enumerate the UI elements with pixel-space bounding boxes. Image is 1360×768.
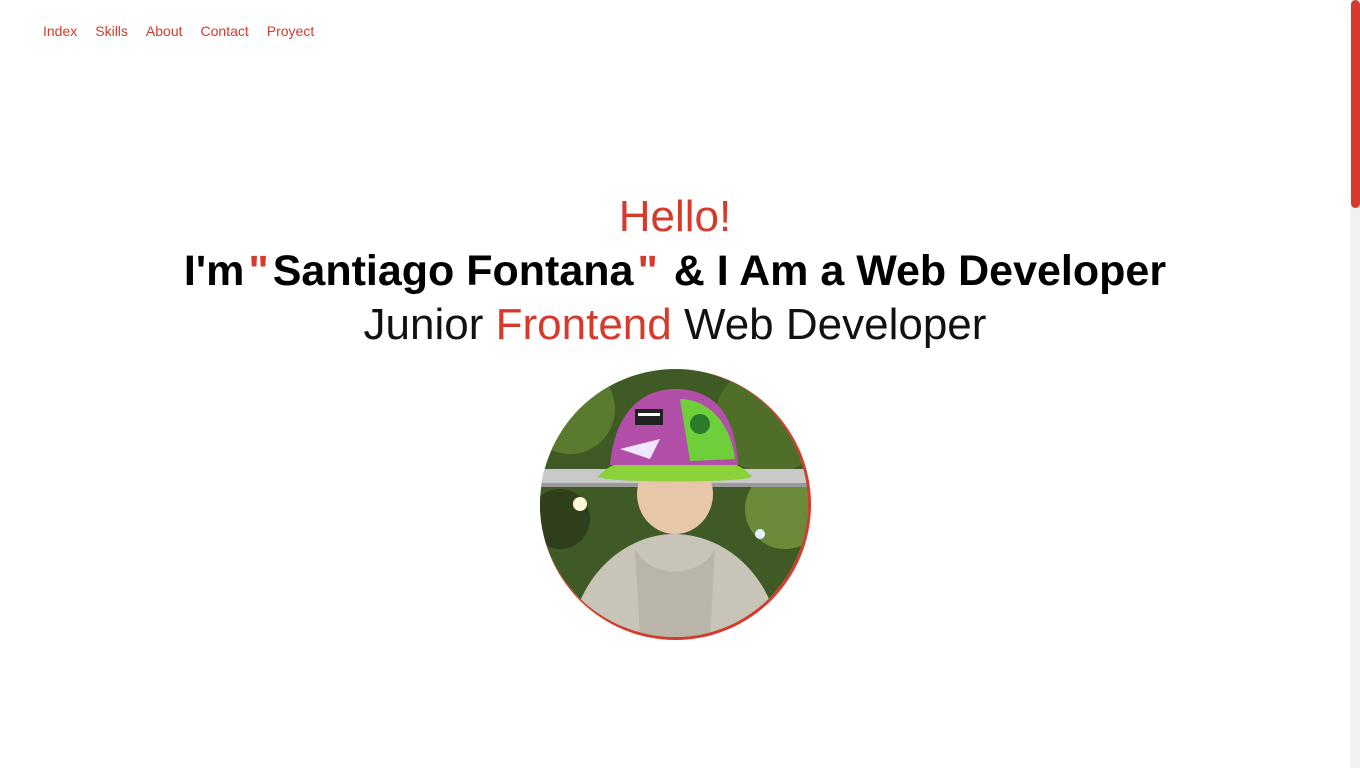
subline-part1: Junior xyxy=(363,300,484,349)
scrollbar-thumb[interactable] xyxy=(1351,0,1360,208)
hero-greeting: Hello! xyxy=(618,192,732,241)
nav-link-skills[interactable]: Skills xyxy=(95,22,128,40)
page: Index Skills About Contact Proyect Hello… xyxy=(0,0,1360,768)
hero-headline: I'm"Santiago Fontana" & I Am a Web Devel… xyxy=(0,244,1350,298)
nav-link-proyect[interactable]: Proyect xyxy=(267,22,314,40)
hero-subline: Junior Frontend Web Developer xyxy=(0,298,1350,352)
subline-part2: Web Developer xyxy=(683,300,987,349)
page-scrollbar[interactable] xyxy=(1350,0,1360,768)
headline-suffix: & I Am a Web Developer xyxy=(673,247,1167,295)
subline-highlight: Frontend xyxy=(495,300,672,349)
nav-link-contact[interactable]: Contact xyxy=(201,22,249,40)
nav-link-about[interactable]: About xyxy=(146,22,183,40)
profile-photo xyxy=(540,369,811,640)
hero-section: Hello! I'm"Santiago Fontana" & I Am a We… xyxy=(0,190,1350,352)
profile-photo-illustration xyxy=(540,369,808,637)
headline-prefix: I'm xyxy=(183,247,245,295)
headline-open-quote: " xyxy=(248,247,269,295)
headline-name: Santiago Fontana xyxy=(272,247,634,295)
main-nav: Index Skills About Contact Proyect xyxy=(43,22,332,40)
nav-link-index[interactable]: Index xyxy=(43,22,77,40)
headline-close-quote: " xyxy=(637,247,658,295)
